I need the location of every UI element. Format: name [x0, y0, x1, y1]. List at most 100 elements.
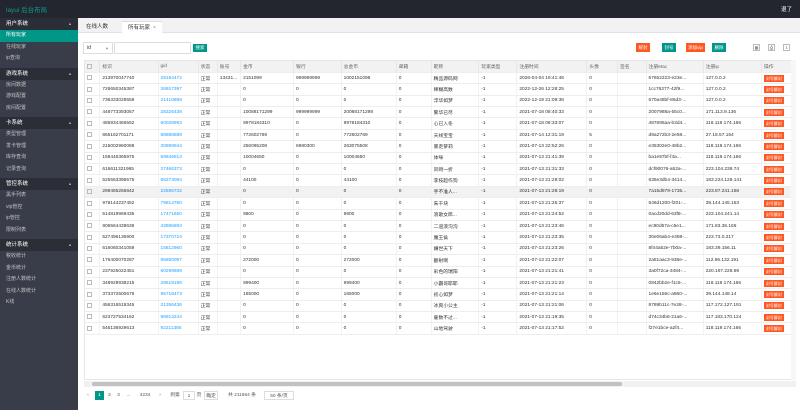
table-row[interactable]: 237925022451 60299889 正常 0 0 0 0 彩色的瑞阳 -1 2021-07…: [85, 266, 795, 278]
gid-link[interactable]: 59846513: [158, 152, 199, 165]
row-checkbox[interactable]: [87, 189, 92, 195]
ban-unban-button[interactable]: 封号解封: [763, 268, 784, 276]
row-checkbox[interactable]: [87, 246, 92, 252]
ban-unban-button[interactable]: 封号解封: [763, 108, 784, 116]
sidebar-item[interactable]: 金币统计: [0, 263, 78, 275]
gid-link[interactable]: 60299889: [158, 266, 199, 278]
sidebar-item[interactable]: 所有玩家: [0, 30, 78, 42]
table-row[interactable]: 616060341059 15812960 正常 0 0 0 0 嫌世天下 -1 2021-07-…: [85, 243, 795, 256]
ban-unban-button[interactable]: 封号解封: [763, 256, 784, 264]
gid-link[interactable]: 92211385: [158, 322, 199, 335]
gid-link[interactable]: 17370724: [158, 231, 199, 244]
field-select[interactable]: id ▼: [83, 42, 113, 54]
sidebar-item[interactable]: 税收统计: [0, 251, 78, 263]
column-header[interactable]: [85, 61, 101, 73]
table-row[interactable]: 348929938215 28619196 正常 999400 0 999400 0 小霸哥耶…: [85, 277, 795, 290]
gid-link[interactable]: 96913244: [158, 311, 199, 324]
ban-unban-button[interactable]: 封号解封: [763, 154, 784, 162]
gid-link[interactable]: 27466373: [158, 163, 199, 176]
sidebar-item[interactable]: 房间配置: [0, 103, 78, 115]
horizontal-scrollbar[interactable]: [84, 381, 796, 387]
ban-unban-button[interactable]: 封号解封: [763, 279, 784, 287]
table-row[interactable]: 514819969435 17471650 正常 9800 0 9800 0 浪歌女郎... -…: [85, 209, 795, 221]
row-checkbox[interactable]: [87, 154, 92, 160]
gid-link[interactable]: 21356436: [158, 300, 199, 313]
ban-button[interactable]: 封号: [662, 43, 676, 52]
ban-unban-button[interactable]: 封号解封: [763, 222, 784, 230]
sidebar-item[interactable]: 限制列表: [0, 225, 78, 237]
gid-link[interactable]: 15812960: [158, 243, 199, 256]
ban-unban-button[interactable]: 封号解封: [763, 199, 784, 207]
ban-unban-button[interactable]: 封号解封: [763, 177, 784, 185]
sidebar-item[interactable]: ip管控: [0, 213, 78, 225]
tab-online-count[interactable]: 在线人数: [80, 21, 114, 33]
gid-link[interactable]: 96850097: [158, 254, 199, 267]
row-checkbox[interactable]: [87, 132, 92, 138]
tab-all-players[interactable]: 所有玩家 ×: [122, 21, 162, 33]
row-checkbox[interactable]: [87, 291, 92, 297]
sidebar-item[interactable]: 发卡管理: [0, 141, 78, 153]
table-row[interactable]: 373372500678 95718473 正常 165000 0 165000 0 初心如梦…: [85, 288, 795, 301]
search-input[interactable]: [114, 42, 191, 54]
table-row[interactable]: 159446365975 59846513 正常 10004650 0 10004650 0…: [85, 152, 795, 165]
page-2[interactable]: 2: [106, 391, 113, 400]
row-checkbox[interactable]: [87, 109, 92, 115]
table-row[interactable]: 736333028558 21410888 正常 0 0 0 0 浮华如梦 -1 2022-12-…: [85, 95, 795, 108]
ban-unban-button[interactable]: 封号解封: [763, 131, 784, 139]
gid-link[interactable]: 28619196: [158, 277, 199, 290]
sidebar-item[interactable]: 在线玩家: [0, 42, 78, 54]
row-checkbox[interactable]: [87, 166, 92, 172]
ban-unban-button[interactable]: 封号解封: [763, 211, 784, 219]
row-checkbox[interactable]: [87, 211, 92, 217]
row-checkbox[interactable]: [87, 97, 92, 103]
ban-unban-button[interactable]: 封号解封: [763, 120, 784, 128]
next-page-button[interactable]: ›: [156, 391, 164, 400]
table-row[interactable]: 527496136900 17370724 正常 0 0 0 0 魔王侯 -1 2021-07-1…: [85, 231, 795, 244]
row-checkbox[interactable]: [87, 200, 92, 206]
gid-link[interactable]: 95718473: [158, 288, 199, 301]
columns-icon[interactable]: ▦: [753, 44, 760, 51]
row-checkbox[interactable]: [87, 314, 92, 320]
close-icon[interactable]: ×: [153, 25, 156, 31]
page-1[interactable]: 1: [95, 391, 104, 400]
table-row[interactable]: 906564439636 43985893 正常 0 0 0 0 二道浪沟沟 -1 2021-07…: [85, 220, 795, 233]
logout-link[interactable]: 退了: [781, 5, 792, 13]
ban-unban-button[interactable]: 封号解封: [763, 165, 784, 173]
row-checkbox[interactable]: [87, 234, 92, 240]
sidebar-item[interactable]: vip管控: [0, 202, 78, 214]
goto-confirm-button[interactable]: 确定: [204, 391, 218, 400]
ban-unban-button[interactable]: 封号解封: [763, 245, 784, 253]
gid-link[interactable]: 79814760: [158, 197, 199, 210]
print-icon[interactable]: ⎙: [768, 44, 775, 51]
table-row[interactable]: 485934466552 60028993 正常 9978184310 0 9978184…: [85, 117, 795, 130]
page-size-select[interactable]: 50 条/页: [264, 391, 294, 400]
gid-link[interactable]: 17471650: [158, 209, 199, 221]
row-checkbox[interactable]: [87, 257, 92, 263]
page-last[interactable]: 4234: [136, 391, 154, 400]
ban-unban-button[interactable]: 封号解封: [763, 85, 784, 93]
prev-page-button[interactable]: ‹: [84, 391, 92, 400]
gid-link[interactable]: 28194472: [158, 72, 199, 85]
gid-link[interactable]: 20999944: [158, 140, 199, 153]
sidebar-item[interactable]: 类型管理: [0, 129, 78, 141]
sidebar-item[interactable]: 库存查询: [0, 152, 78, 164]
ban-unban-button[interactable]: 封号解封: [763, 188, 784, 196]
table-row[interactable]: 865162701171 88888888 正常 772602769 0 77260276…: [85, 129, 795, 142]
sidebar-item[interactable]: K线: [0, 297, 78, 309]
ban-unban-button[interactable]: 封号解封: [763, 74, 784, 82]
ban-unban-button[interactable]: 封号解封: [763, 313, 784, 321]
sidebar-item[interactable]: 游戏配置: [0, 91, 78, 103]
row-checkbox[interactable]: [87, 268, 92, 274]
sidebar-group[interactable]: 管控系统 ▲: [0, 178, 78, 190]
sidebar-group[interactable]: 用户系统 ▲: [0, 18, 78, 30]
table-row[interactable]: 176400070287 96850097 正常 272000 0 272000 0 翻射啊 -…: [85, 254, 795, 267]
row-checkbox[interactable]: [87, 223, 92, 229]
gid-link[interactable]: 88888888: [158, 129, 199, 142]
ban-unban-button[interactable]: 封号解封: [763, 97, 784, 105]
sidebar-group[interactable]: 游戏系统 ▲: [0, 67, 78, 80]
search-button[interactable]: 搜索: [193, 44, 207, 52]
ban-unban-button[interactable]: 封号解封: [763, 325, 784, 333]
row-checkbox[interactable]: [87, 75, 92, 81]
gid-link[interactable]: 60028993: [158, 117, 199, 130]
vertical-scrollbar[interactable]: [791, 60, 796, 380]
